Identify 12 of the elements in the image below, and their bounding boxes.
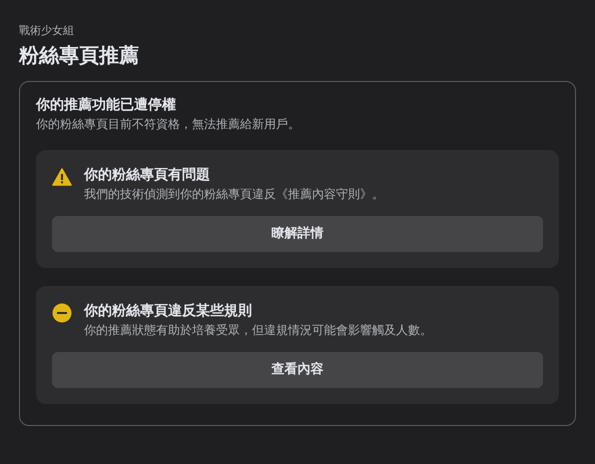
status-heading: 你的推薦功能已遭停權 — [36, 96, 177, 114]
issue-description: 我們的技術偵測到你的粉絲專頁違反《推薦內容守則》。 — [84, 186, 384, 202]
status-description: 你的粉絲專頁目前不符資格，無法推薦給新用戶。 — [36, 116, 301, 132]
issue-description: 你的推薦狀態有助於培養受眾，但違規情況可能會影響觸及人數。 — [84, 322, 432, 338]
issue-button[interactable]: 查看內容 — [52, 352, 543, 388]
issue-button[interactable]: 瞭解詳情 — [52, 216, 543, 252]
page-subtitle: 戰術少女組 — [19, 24, 75, 38]
issue-title: 你的粉絲專頁有問題 — [84, 166, 211, 184]
page-title: 粉絲專頁推薦 — [19, 42, 140, 68]
minus-circle-icon — [52, 303, 72, 323]
warning-icon — [52, 167, 72, 187]
issue-title: 你的粉絲專頁違反某些規則 — [84, 302, 253, 320]
